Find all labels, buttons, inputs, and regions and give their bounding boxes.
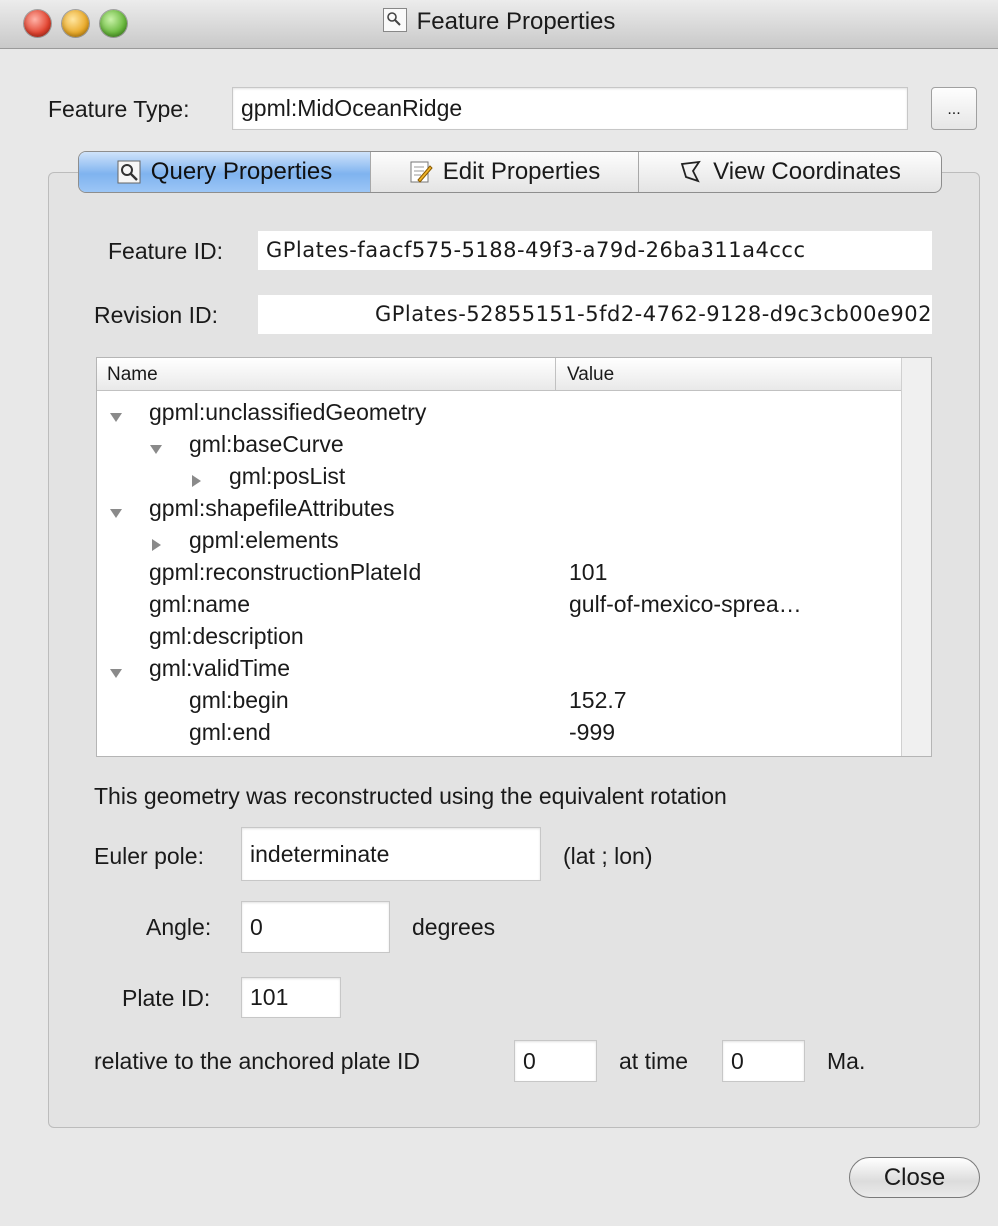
euler-pole-units: (lat ; lon) — [563, 843, 653, 869]
tab-bar: Query Properties Edit Properties View Co… — [78, 151, 942, 193]
tree-scrollbar[interactable] — [901, 358, 931, 756]
revision-id-value: GPlates-52855151-5fd2-4762-9128-d9c3cb00… — [374, 302, 932, 326]
feature-type-label: Feature Type: — [48, 96, 190, 122]
disclosure-triangle-down-icon[interactable] — [109, 403, 123, 422]
edit-pencil-icon — [409, 160, 433, 184]
column-header-value[interactable]: Value — [567, 364, 614, 386]
tree-row[interactable]: gpml:elements — [97, 524, 901, 556]
tree-row[interactable]: gml:validTime — [97, 652, 901, 684]
euler-pole-label: Euler pole: — [94, 843, 204, 869]
tree-row-name: gpml:elements — [189, 527, 339, 553]
tab-query-properties[interactable]: Query Properties — [79, 152, 371, 192]
tree-row-value: 101 — [569, 559, 608, 585]
plate-id-field[interactable]: 101 — [241, 977, 341, 1018]
tree-row-name: gml:posList — [229, 463, 346, 489]
tree-row-name: gpml:unclassifiedGeometry — [149, 399, 427, 425]
revision-id-label: Revision ID: — [94, 302, 218, 328]
at-time-label: at time — [619, 1048, 689, 1074]
rotation-info-text: This geometry was reconstructed using th… — [94, 783, 727, 809]
column-divider — [555, 358, 556, 390]
tree-row-value: -999 — [569, 719, 616, 745]
disclosure-triangle-right-icon[interactable] — [189, 467, 203, 487]
tab-view-coordinates[interactable]: View Coordinates — [639, 152, 941, 192]
time-field[interactable]: 0 — [722, 1040, 805, 1082]
feature-id-field[interactable]: GPlates-faacf575-5188-49f3-a79d-26ba311a… — [258, 231, 932, 270]
angle-label: Angle: — [146, 914, 212, 940]
tree-row-name: gml:baseCurve — [189, 431, 344, 457]
tab-edit-properties-label: Edit Properties — [442, 158, 601, 185]
angle-field[interactable]: 0 — [241, 901, 390, 953]
tree-row[interactable]: gml:baseCurve — [97, 428, 901, 460]
euler-pole-field[interactable]: indeterminate — [241, 827, 541, 881]
tree-row-name: gml:end — [189, 719, 271, 745]
disclosure-triangle-down-icon[interactable] — [109, 499, 123, 518]
angle-units: degrees — [412, 914, 496, 940]
close-button[interactable]: Close — [849, 1157, 980, 1198]
tab-edit-properties[interactable]: Edit Properties — [371, 152, 639, 192]
window-title-group: Feature Properties — [0, 8, 998, 36]
tree-row-value: 152.7 — [569, 687, 627, 713]
feature-type-field[interactable]: gpml:MidOceanRidge — [232, 87, 908, 130]
tab-query-properties-label: Query Properties — [150, 158, 333, 185]
properties-tree[interactable]: Name Value gpml:unclassifiedGeometry gml:… — [96, 357, 932, 757]
magnifier-icon — [382, 8, 407, 32]
tree-row-name: gpml:reconstructionPlateId — [149, 559, 422, 585]
time-units: Ma. — [827, 1048, 866, 1074]
tree-header: Name Value — [97, 358, 901, 391]
plate-id-label: Plate ID: — [122, 985, 211, 1011]
tree-row[interactable]: gpml:reconstructionPlateId 101 — [97, 556, 901, 588]
tree-row[interactable]: gml:begin 152.7 — [97, 684, 901, 716]
anchored-plate-field[interactable]: 0 — [514, 1040, 597, 1082]
magnifier-icon — [117, 160, 141, 184]
disclosure-triangle-right-icon[interactable] — [149, 531, 163, 551]
tree-row[interactable]: gpml:shapefileAttributes — [97, 492, 901, 524]
polygon-icon — [679, 160, 703, 184]
tree-row-name: gpml:shapefileAttributes — [149, 495, 395, 521]
browse-feature-type-button[interactable]: ... — [931, 87, 977, 130]
tree-row-name: gml:description — [149, 623, 304, 649]
tree-row[interactable]: gml:name gulf-of-mexico-sprea… — [97, 588, 901, 620]
tree-row[interactable]: gpml:unclassifiedGeometry — [97, 396, 901, 428]
tab-view-coordinates-label: View Coordinates — [713, 158, 901, 185]
tree-row-name: gml:name — [149, 591, 250, 617]
tree-row-name: gml:begin — [189, 687, 289, 713]
relative-anchored-label: relative to the anchored plate ID — [94, 1048, 421, 1074]
tree-row[interactable]: gml:end -999 — [97, 716, 901, 748]
tree-row[interactable]: gml:posList — [97, 460, 901, 492]
title-bar: Feature Properties — [0, 0, 998, 49]
tree-row-name: gml:validTime — [149, 655, 291, 681]
disclosure-triangle-down-icon[interactable] — [149, 435, 163, 454]
tree-row-value: gulf-of-mexico-sprea… — [569, 591, 802, 617]
disclosure-triangle-down-icon[interactable] — [109, 659, 123, 678]
revision-id-field[interactable]: GPlates-52855151-5fd2-4762-9128-d9c3cb00… — [258, 295, 932, 334]
window-title: Feature Properties — [416, 8, 616, 35]
column-header-name[interactable]: Name — [107, 364, 158, 386]
tree-row[interactable]: gml:description — [97, 620, 901, 652]
feature-id-label: Feature ID: — [108, 238, 224, 264]
